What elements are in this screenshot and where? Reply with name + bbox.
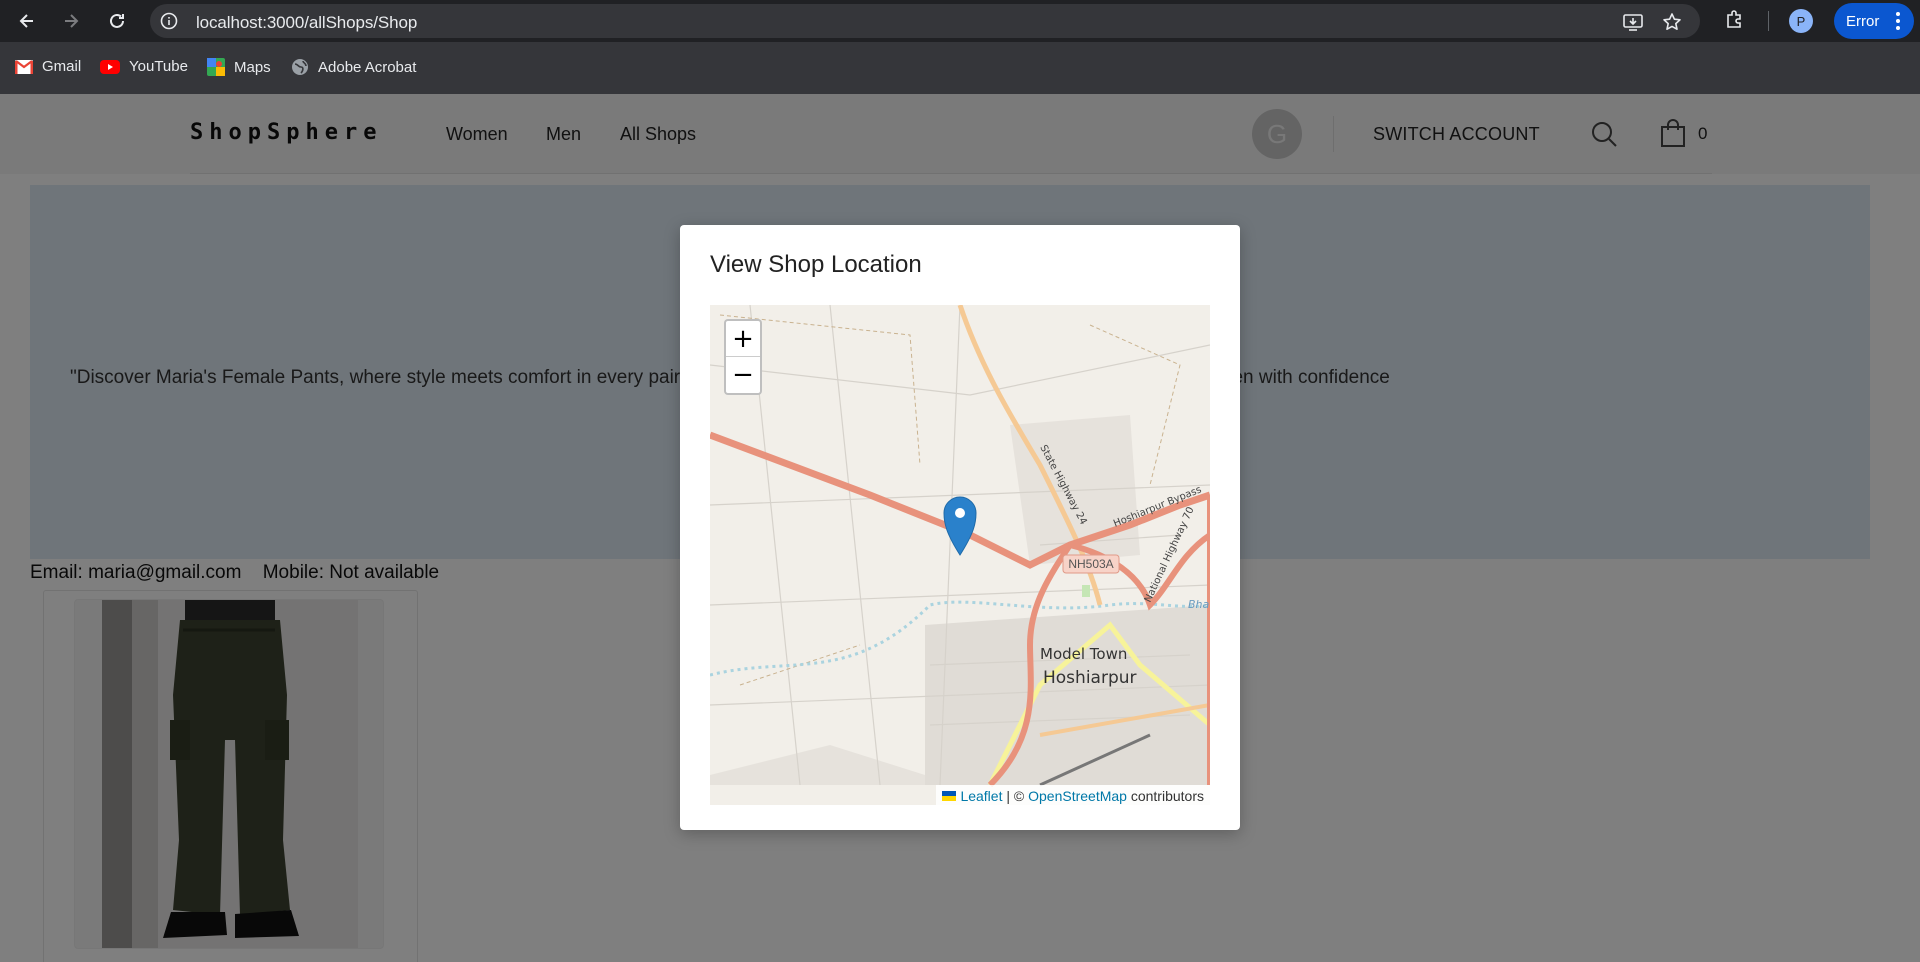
globe-icon (292, 59, 308, 75)
bookmark-youtube[interactable]: YouTube (100, 58, 188, 75)
bookmark-label: Adobe Acrobat (318, 58, 417, 76)
modal-title: View Shop Location (710, 251, 922, 278)
more-menu-icon[interactable] (1896, 12, 1900, 33)
attribution-separator: | © (1002, 788, 1029, 804)
browser-toolbar: localhost:3000/allShops/Shop P Error (0, 0, 1920, 42)
map-tiles: NH503A Model Town Hoshiarpur State Highw… (710, 305, 1210, 805)
youtube-icon (100, 59, 120, 74)
leaflet-link[interactable]: Leaflet (960, 788, 1002, 804)
bookmark-star-icon[interactable] (1662, 12, 1682, 32)
map-attribution: Leaflet | © OpenStreetMap contributors (936, 785, 1210, 805)
forward-button[interactable] (58, 8, 84, 34)
error-button[interactable]: Error (1834, 3, 1914, 39)
forward-arrow-icon (65, 14, 79, 28)
river-label: Bha (1188, 598, 1210, 611)
zoom-control: + − (724, 319, 762, 395)
bookmark-label: Gmail (42, 58, 82, 75)
reload-button[interactable] (104, 8, 130, 34)
zoom-in-button[interactable]: + (726, 321, 760, 357)
city-label: Hoshiarpur (1043, 668, 1137, 688)
bookmark-gmail[interactable]: Gmail (15, 58, 81, 75)
bookmark-label: Maps (234, 58, 271, 76)
bookmark-label: YouTube (129, 58, 188, 75)
error-label: Error (1846, 12, 1880, 30)
attribution-suffix: contributors (1126, 788, 1204, 804)
back-arrow-icon (19, 14, 33, 28)
gmail-icon (15, 59, 33, 74)
site-info-icon[interactable] (160, 12, 178, 30)
model-town-label: Model Town (1040, 645, 1127, 663)
extensions-icon[interactable] (1724, 8, 1746, 30)
address-bar[interactable]: localhost:3000/allShops/Shop (150, 4, 1700, 38)
bookmark-maps[interactable]: Maps (207, 58, 271, 76)
reload-icon (110, 13, 124, 28)
location-map[interactable]: NH503A Model Town Hoshiarpur State Highw… (710, 305, 1210, 805)
back-button[interactable] (14, 8, 40, 34)
openstreetmap-link[interactable]: OpenStreetMap (1028, 788, 1127, 804)
nh503a-label: NH503A (1068, 557, 1113, 571)
shop-location-modal: View Shop Location NH503A Model Town Hos… (680, 225, 1240, 830)
bookmark-adobe-acrobat[interactable]: Adobe Acrobat (291, 58, 416, 76)
install-app-icon[interactable] (1622, 12, 1644, 32)
ukraine-flag-icon (942, 791, 957, 801)
maps-icon (207, 58, 225, 76)
profile-avatar[interactable]: P (1789, 9, 1813, 33)
url-text: localhost:3000/allShops/Shop (196, 13, 418, 32)
bookmarks-bar: Gmail YouTube Maps Adobe Acrobat (0, 42, 1920, 94)
toolbar-divider (1768, 11, 1769, 31)
zoom-out-button[interactable]: − (726, 357, 760, 393)
